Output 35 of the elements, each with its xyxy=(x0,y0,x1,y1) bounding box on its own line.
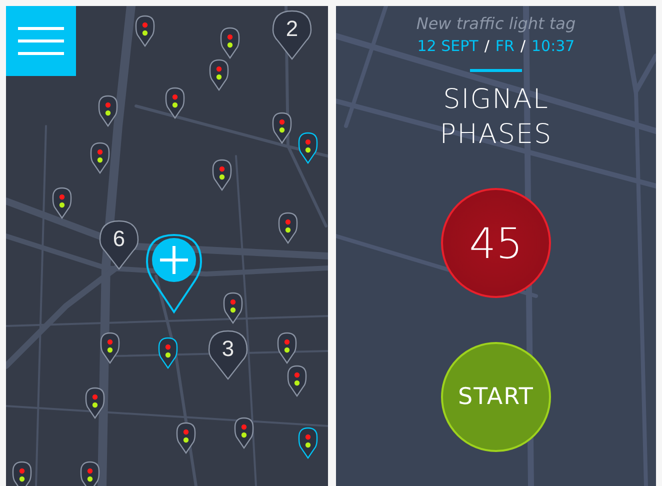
traffic-light-pin[interactable] xyxy=(220,27,240,59)
cluster-pin[interactable]: 3 xyxy=(208,330,248,380)
phase-counter: 45 xyxy=(441,188,551,298)
traffic-light-pin[interactable] xyxy=(80,461,100,486)
traffic-light-pin[interactable] xyxy=(277,332,297,364)
menu-icon xyxy=(18,27,64,55)
traffic-light-pin[interactable] xyxy=(12,461,32,486)
traffic-light-pin[interactable] xyxy=(298,132,318,164)
traffic-light-pin[interactable] xyxy=(298,427,318,459)
weekday-text: FR xyxy=(495,37,514,55)
traffic-light-pin[interactable] xyxy=(90,142,110,174)
traffic-light-pin[interactable] xyxy=(278,212,298,244)
heading: SIGNAL PHASES xyxy=(438,83,554,152)
date-text: 12 SEPT xyxy=(417,37,478,55)
traffic-light-pin[interactable] xyxy=(52,187,72,219)
cluster-pin[interactable]: 6 xyxy=(99,220,139,270)
traffic-light-pin[interactable] xyxy=(212,159,232,191)
screen-title: New traffic light tag xyxy=(416,14,576,33)
traffic-light-pin[interactable] xyxy=(85,387,105,419)
traffic-light-pin[interactable] xyxy=(98,95,118,127)
traffic-light-pin[interactable] xyxy=(100,332,120,364)
add-pin-button[interactable] xyxy=(146,234,202,314)
cluster-pin[interactable]: 2 xyxy=(272,10,312,60)
traffic-light-pin[interactable] xyxy=(158,337,178,369)
separator-text: / xyxy=(520,37,526,55)
traffic-light-pin[interactable] xyxy=(165,87,185,119)
traffic-light-pin[interactable] xyxy=(209,59,229,91)
separator-text: / xyxy=(484,37,490,55)
time-text: 10:37 xyxy=(532,37,575,55)
traffic-light-pin[interactable] xyxy=(223,292,243,324)
traffic-light-pin[interactable] xyxy=(234,417,254,449)
traffic-light-pin[interactable] xyxy=(176,422,196,454)
traffic-light-pin[interactable] xyxy=(287,365,307,397)
traffic-light-pin[interactable] xyxy=(135,15,155,47)
traffic-light-pin[interactable] xyxy=(272,112,292,144)
